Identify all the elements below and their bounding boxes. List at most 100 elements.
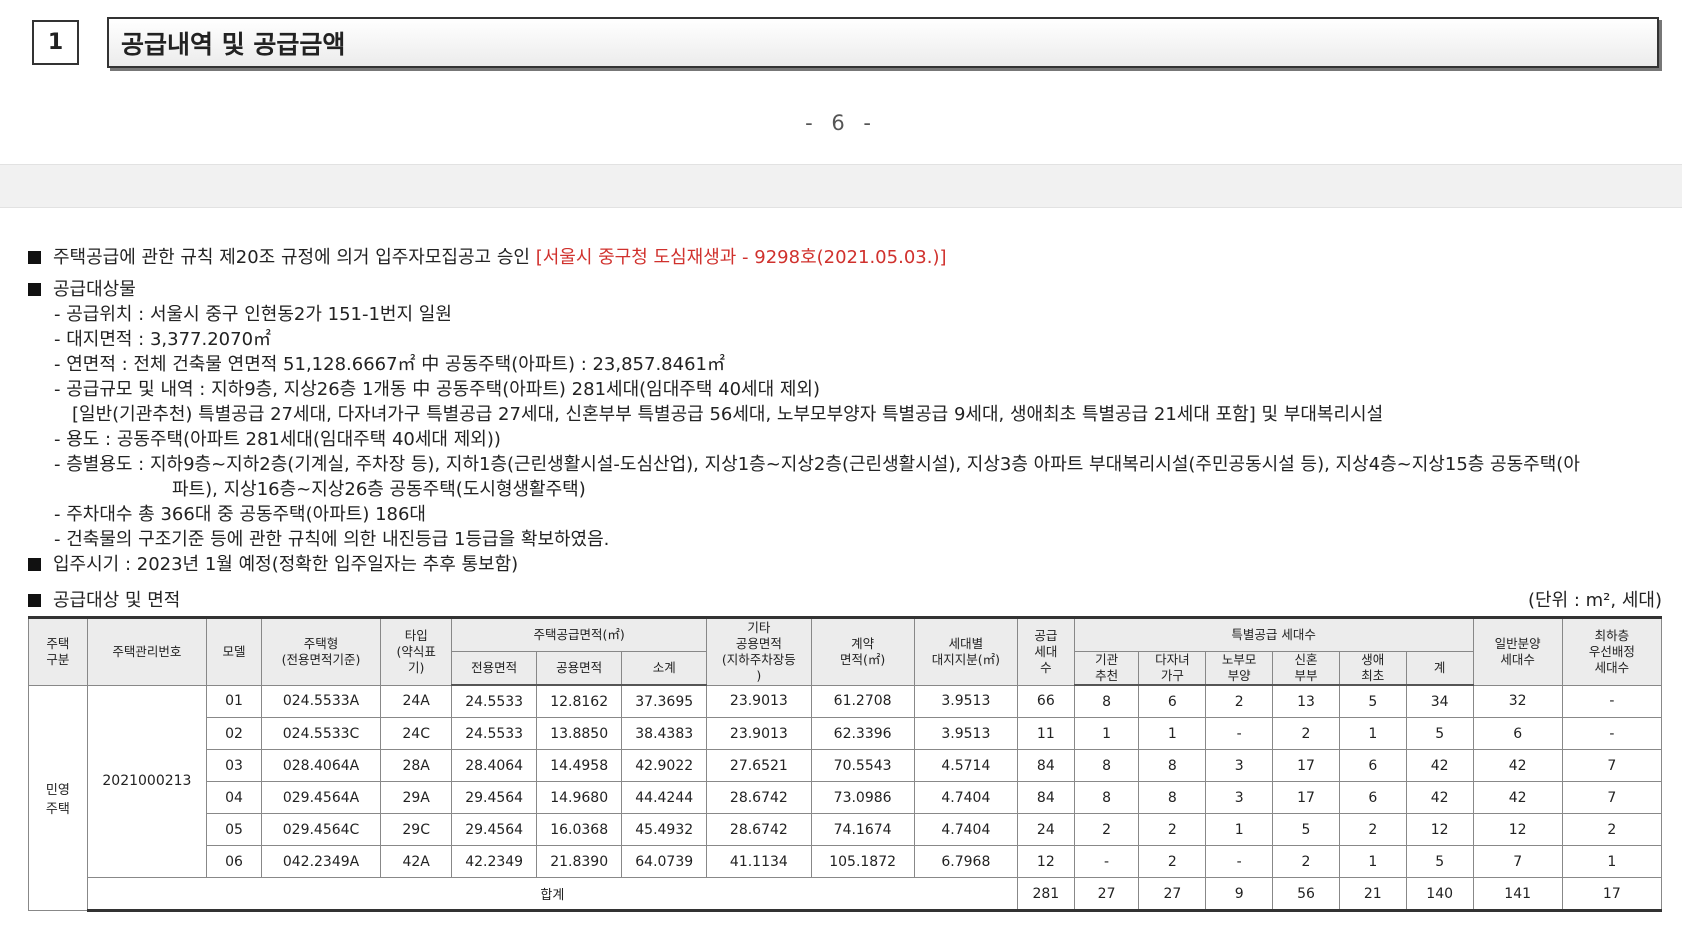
th-special-supply: 특별공급 세대수 [1073, 617, 1474, 652]
cell: 03 [206, 749, 262, 782]
cell: 16.0368 [536, 813, 623, 846]
cell: 62.3396 [810, 717, 915, 750]
cell: 12 [1472, 813, 1563, 846]
cell: 32 [1472, 684, 1563, 718]
cell: 2 [1272, 717, 1340, 750]
th-special-sum: 계 [1405, 651, 1474, 686]
cell: 28A [380, 749, 453, 782]
th-mgmt-no: 주택관리번호 [86, 617, 208, 686]
cell: 12.8162 [536, 684, 623, 718]
th-supply-area: 주택공급면적(㎡) [451, 617, 708, 652]
th-institution: 기관 추천 [1073, 651, 1140, 686]
square-bullet-icon [28, 558, 41, 571]
cell: 41.1134 [706, 845, 812, 878]
cell: 2 [1272, 845, 1340, 878]
cell: 8 [1073, 749, 1140, 782]
cell: 029.4564A [260, 781, 382, 814]
cell: 23.9013 [706, 717, 812, 750]
move-in-line: 입주시기 : 2023년 1월 예정(정확한 입주일자는 추후 통보함) [28, 552, 1580, 577]
cell: 6 [1338, 749, 1407, 782]
th-newlywed: 신혼 부부 [1272, 651, 1340, 686]
td-housing-type: 민영 주택 [28, 684, 88, 911]
cell: 1 [1338, 717, 1407, 750]
cell: 3 [1205, 749, 1274, 782]
move-in-text: 입주시기 : 2023년 1월 예정(정확한 입주일자는 추후 통보함) [53, 554, 519, 575]
cell: 28.4064 [451, 749, 538, 782]
cell: 7 [1472, 845, 1563, 878]
cell: 4.7404 [913, 781, 1019, 814]
table-row: 05 029.4564C 29C 29.4564 16.0368 45.4932 28.67… [29, 813, 1663, 846]
square-bullet-icon [28, 594, 41, 607]
table-heading-text: 공급대상 및 면적 [53, 590, 181, 611]
cell: 42 [1472, 781, 1563, 814]
cell: 37.3695 [621, 684, 708, 718]
location-line: - 공급위치 : 서울시 중구 인현동2가 151-1번지 일원 [54, 304, 452, 325]
target-heading: 공급대상물 [53, 279, 136, 300]
cell: 42.2349 [451, 845, 538, 878]
th-multi-child: 다자녀 가구 [1138, 651, 1207, 686]
cell: 7 [1561, 781, 1663, 814]
cell: 24A [380, 684, 453, 718]
cell: 02 [206, 717, 262, 750]
cell: 105.1872 [810, 845, 915, 878]
floor-area-line: - 연면적 : 전체 건축물 연면적 51,128.6667㎡ 中 공동주택(아… [54, 354, 725, 375]
cell: 17 [1272, 749, 1340, 782]
total-cell: 56 [1272, 877, 1340, 912]
cell: 06 [206, 845, 262, 878]
cell: 8 [1138, 749, 1207, 782]
cell: 21.8390 [536, 845, 623, 878]
total-cell: 17 [1561, 877, 1663, 912]
page-gap [0, 164, 1682, 208]
total-cell: 140 [1405, 877, 1474, 912]
cell: 2 [1338, 813, 1407, 846]
cell: 34 [1405, 684, 1474, 718]
cell: 2 [1138, 813, 1207, 846]
cell: 12 [1017, 845, 1075, 878]
cell: 73.0986 [810, 781, 915, 814]
table-row: 민영 주택 2021000213 01 024.5533A 24A 24.5533 12… [28, 684, 1663, 911]
th-general: 일반분양 세대수 [1472, 617, 1563, 686]
cell: 5 [1405, 717, 1474, 750]
cell: 13 [1272, 684, 1340, 718]
table-header: 주택 구분 주택관리번호 모델 주택형 (전용면적기준) 타입 (약식표 기) … [28, 617, 1663, 686]
target-heading-line: 공급대상물 [28, 277, 1580, 302]
cell: 7 [1561, 749, 1663, 782]
cell: 8 [1073, 781, 1140, 814]
cell: 029.4564C [260, 813, 382, 846]
supply-table: 주택 구분 주택관리번호 모델 주택형 (전용면적기준) 타입 (약식표 기) … [28, 616, 1663, 912]
section-title: 공급내역 및 공급금액 [107, 17, 1659, 68]
th-exclusive-area: 전용면적 [451, 651, 538, 686]
cell: 11 [1017, 717, 1075, 750]
th-supply-units: 공급 세대 수 [1017, 617, 1075, 686]
approval-text: 주택공급에 관한 규칙 제20조 규정에 의거 입주자모집공고 승인 [53, 247, 530, 268]
cell: 61.2708 [810, 684, 915, 718]
cell: 24.5533 [451, 684, 538, 718]
cell: 42A [380, 845, 453, 878]
cell: 74.1674 [810, 813, 915, 846]
section-number: 1 [32, 20, 79, 65]
use-line: - 용도 : 공동주택(아파트 281세대(임대주택 40세대 제외)) [54, 429, 501, 450]
table-heading-row: 공급대상 및 면적 (단위 : m², 세대) [28, 586, 1662, 612]
cell: 42 [1405, 781, 1474, 814]
cell: 2 [1138, 845, 1207, 878]
cell: 028.4064A [260, 749, 382, 782]
th-first-home: 생애 최초 [1338, 651, 1407, 686]
cell: 38.4383 [621, 717, 708, 750]
cell: 84 [1017, 749, 1075, 782]
unit-label: (단위 : m², 세대) [1528, 590, 1662, 611]
table-row: 03 028.4064A 28A 28.4064 14.4958 42.9022 27.65… [29, 749, 1663, 782]
cell: 024.5533A [260, 684, 382, 718]
cell: 5 [1272, 813, 1340, 846]
cell: 1 [1561, 845, 1663, 878]
th-type-abbr: 타입 (약식표 기) [380, 617, 453, 686]
cell: 24.5533 [451, 717, 538, 750]
square-bullet-icon [28, 251, 41, 264]
cell: 42 [1472, 749, 1563, 782]
total-cell: 281 [1017, 877, 1075, 912]
cell: 13.8850 [536, 717, 623, 750]
th-subtotal: 소계 [621, 651, 708, 686]
cell: 1 [1073, 717, 1140, 750]
cell: 23.9013 [706, 684, 812, 718]
cell: 70.5543 [810, 749, 915, 782]
cell: 8 [1073, 684, 1140, 718]
